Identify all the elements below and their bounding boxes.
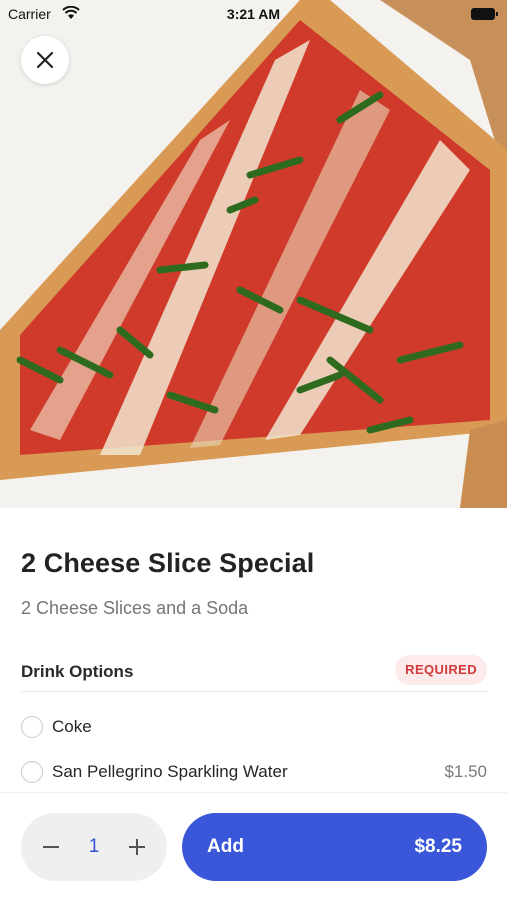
close-icon [36, 51, 54, 69]
drink-options-title: Drink Options [21, 662, 134, 681]
add-button-price: $8.25 [414, 836, 462, 857]
add-button-label: Add [207, 836, 244, 857]
option-price: $1.50 [444, 762, 487, 781]
required-badge: REQUIRED [395, 655, 487, 685]
bottom-action-bar: 1 Add $8.25 [0, 792, 507, 900]
add-to-cart-button[interactable]: Add $8.25 [182, 813, 487, 881]
item-hero-image [0, 0, 507, 508]
option-san-pellegrino[interactable]: San Pellegrino Sparkling Water $1.50 [21, 759, 487, 789]
option-label: San Pellegrino Sparkling Water [52, 762, 288, 781]
radio-button[interactable] [21, 716, 43, 738]
status-bar: Carrier 3:21 AM [0, 0, 507, 28]
quantity-stepper: 1 [21, 813, 167, 881]
radio-button[interactable] [21, 761, 43, 783]
status-time: 3:21 AM [226, 6, 281, 22]
drink-options-header: Drink Options REQUIRED [21, 655, 487, 692]
option-coke[interactable]: Coke [21, 714, 487, 744]
battery-icon [471, 8, 498, 20]
item-title: 2 Cheese Slice Special [21, 548, 315, 578]
option-label: Coke [52, 717, 92, 736]
plus-icon[interactable] [123, 835, 151, 859]
close-button[interactable] [21, 36, 69, 84]
divider [21, 691, 487, 692]
pizza-slice-image [0, 0, 507, 508]
item-description: 2 Cheese Slices and a Soda [21, 598, 249, 618]
